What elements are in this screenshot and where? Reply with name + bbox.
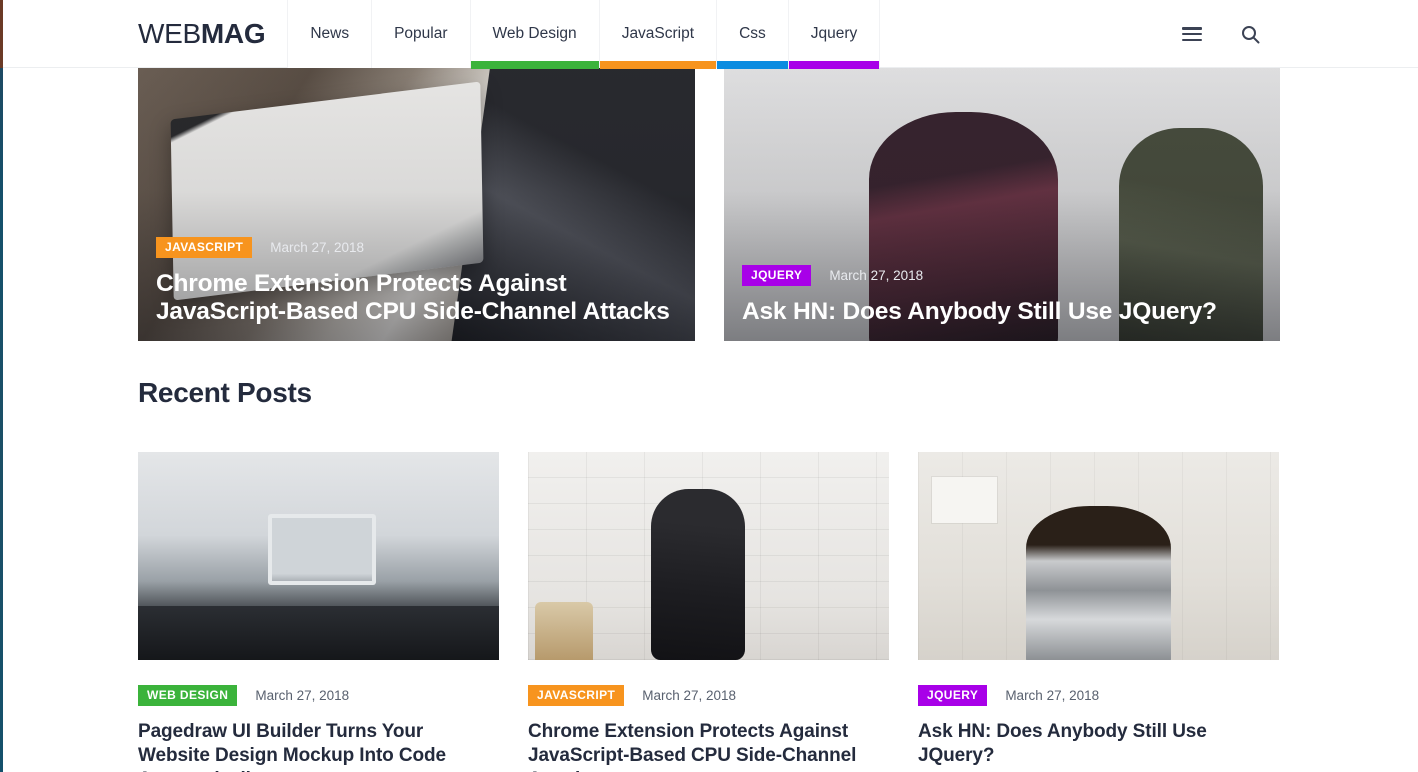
post-meta: WEB DESIGN March 27, 2018 xyxy=(138,685,499,706)
post-date: March 27, 2018 xyxy=(1005,688,1100,703)
nav-item-label: JavaScript xyxy=(621,25,695,42)
post-meta: JAVASCRIPT March 27, 2018 xyxy=(528,685,889,706)
logo-text-web: WEB xyxy=(138,18,201,49)
post-title[interactable]: Ask HN: Does Anybody Still Use JQuery? xyxy=(918,720,1279,768)
nav-underline-javascript xyxy=(599,61,717,69)
post-thumbnail[interactable] xyxy=(528,452,889,660)
site-logo[interactable]: WEB MAG xyxy=(0,0,287,68)
site-header: WEB MAG News Popular Web Design JavaScrip… xyxy=(0,0,1418,69)
search-button[interactable] xyxy=(1238,22,1262,46)
nav-item-news[interactable]: News xyxy=(287,0,373,68)
post-meta: JQUERY March 27, 2018 xyxy=(918,685,1279,706)
post-card[interactable]: JAVASCRIPT March 27, 2018 Chrome Extensi… xyxy=(528,452,889,772)
featured-posts-row: JAVASCRIPT March 27, 2018 Chrome Extensi… xyxy=(138,68,1280,341)
category-badge[interactable]: JAVASCRIPT xyxy=(156,236,253,258)
featured-post-body: JAVASCRIPT March 27, 2018 Chrome Extensi… xyxy=(156,236,673,327)
featured-post-card[interactable]: JAVASCRIPT March 27, 2018 Chrome Extensi… xyxy=(138,68,695,341)
page-root: WEB MAG News Popular Web Design JavaScrip… xyxy=(0,0,1418,772)
post-image xyxy=(918,452,1279,660)
section-heading-recent-posts: Recent Posts xyxy=(138,377,312,408)
post-thumbnail[interactable] xyxy=(918,452,1279,660)
category-badge[interactable]: JQUERY xyxy=(742,265,812,287)
featured-post-meta: JAVASCRIPT March 27, 2018 xyxy=(156,236,673,258)
main-navigation: News Popular Web Design JavaScript Css J… xyxy=(287,0,881,69)
post-thumbnail[interactable] xyxy=(138,452,499,660)
post-image xyxy=(138,452,499,660)
post-image xyxy=(528,452,889,660)
menu-icon xyxy=(1182,27,1202,41)
post-title[interactable]: Chrome Extension Protects Against JavaSc… xyxy=(528,720,889,772)
header-actions xyxy=(1180,0,1418,68)
post-date: March 27, 2018 xyxy=(270,239,365,255)
nav-underline-web-design xyxy=(470,61,599,69)
featured-post-title[interactable]: Chrome Extension Protects Against JavaSc… xyxy=(156,270,673,327)
recent-posts-grid: WEB DESIGN March 27, 2018 Pagedraw UI Bu… xyxy=(138,452,1280,772)
post-card[interactable]: JQUERY March 27, 2018 Ask HN: Does Anybo… xyxy=(918,452,1279,772)
category-badge[interactable]: JQUERY xyxy=(918,685,988,706)
featured-post-card[interactable]: JQUERY March 27, 2018 Ask HN: Does Anybo… xyxy=(724,68,1280,341)
nav-item-web-design[interactable]: Web Design xyxy=(470,0,600,69)
nav-underline-css xyxy=(717,61,788,69)
category-badge[interactable]: WEB DESIGN xyxy=(138,685,238,706)
post-card[interactable]: WEB DESIGN March 27, 2018 Pagedraw UI Bu… xyxy=(138,452,499,772)
featured-post-meta: JQUERY March 27, 2018 xyxy=(742,265,1258,287)
category-badge[interactable]: JAVASCRIPT xyxy=(528,685,625,706)
post-date: March 27, 2018 xyxy=(255,688,350,703)
featured-post-title[interactable]: Ask HN: Does Anybody Still Use JQuery? xyxy=(742,298,1258,327)
nav-item-popular[interactable]: Popular xyxy=(372,0,471,68)
nav-item-jquery[interactable]: Jquery xyxy=(788,0,881,69)
nav-item-label: Css xyxy=(739,25,766,42)
nav-underline-jquery xyxy=(788,61,880,69)
nav-item-label: Popular xyxy=(394,25,448,42)
nav-item-label: News xyxy=(310,25,350,42)
header-inner: WEB MAG News Popular Web Design JavaScrip… xyxy=(0,0,1418,69)
logo-text-mag: MAG xyxy=(200,18,266,49)
featured-post-body: JQUERY March 27, 2018 Ask HN: Does Anybo… xyxy=(742,265,1258,327)
page-content: JAVASCRIPT March 27, 2018 Chrome Extensi… xyxy=(0,68,1418,772)
post-date: March 27, 2018 xyxy=(829,268,924,284)
nav-item-label: Web Design xyxy=(492,25,577,42)
post-date: March 27, 2018 xyxy=(642,688,737,703)
left-edge-sliver xyxy=(0,68,3,772)
nav-item-label: Jquery xyxy=(810,25,858,42)
menu-button[interactable] xyxy=(1180,22,1204,46)
nav-item-javascript[interactable]: JavaScript xyxy=(599,0,718,69)
search-icon xyxy=(1241,25,1259,43)
left-edge-sliver-top xyxy=(0,0,3,68)
post-title[interactable]: Pagedraw UI Builder Turns Your Website D… xyxy=(138,720,499,772)
nav-item-css[interactable]: Css xyxy=(717,0,789,69)
